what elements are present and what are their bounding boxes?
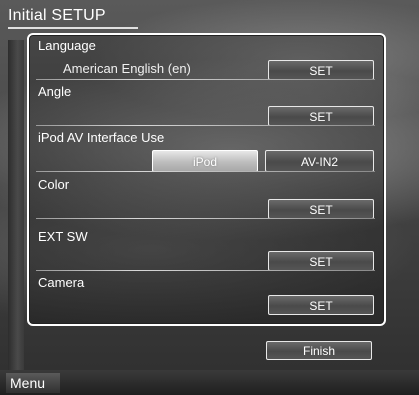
menu-button[interactable]: Menu (6, 373, 60, 393)
row-title-camera: Camera (38, 275, 85, 290)
row-divider (36, 171, 375, 172)
setting-row-color: Color SET (33, 175, 378, 219)
left-edge-strip (8, 40, 24, 370)
row-title-color: Color (38, 177, 70, 192)
setting-row-ext-sw: EXT SW SET (33, 227, 378, 271)
row-divider (36, 218, 375, 219)
row-title-ipod-av-interface: iPod AV Interface Use (38, 130, 165, 145)
setting-row-camera: Camera SET (33, 273, 378, 317)
setting-row-angle: Angle SET (33, 82, 378, 126)
camera-set-button[interactable]: SET (268, 295, 374, 315)
row-divider (36, 270, 375, 271)
av-in2-option-button[interactable]: AV-IN2 (265, 150, 374, 172)
row-title-angle: Angle (38, 84, 72, 99)
bottom-bar (0, 370, 419, 395)
angle-set-button[interactable]: SET (268, 106, 374, 126)
color-set-button[interactable]: SET (268, 199, 374, 219)
settings-panel: Language American English (en) SET Angle… (27, 33, 386, 326)
row-title-ext-sw: EXT SW (38, 229, 88, 244)
title-underline (8, 27, 138, 29)
ext-sw-set-button[interactable]: SET (268, 251, 374, 271)
setting-row-ipod-av-interface: iPod AV Interface Use iPod AV-IN2 (33, 128, 378, 172)
row-divider (36, 79, 375, 80)
page-title: Initial SETUP (8, 7, 106, 24)
row-title-language: Language (38, 38, 96, 53)
language-set-button[interactable]: SET (268, 60, 374, 80)
finish-button[interactable]: Finish (266, 341, 372, 360)
row-divider (36, 125, 375, 126)
setting-row-language: Language American English (en) SET (33, 36, 378, 80)
language-value: American English (en) (63, 61, 191, 76)
ipod-option-button[interactable]: iPod (152, 150, 258, 172)
